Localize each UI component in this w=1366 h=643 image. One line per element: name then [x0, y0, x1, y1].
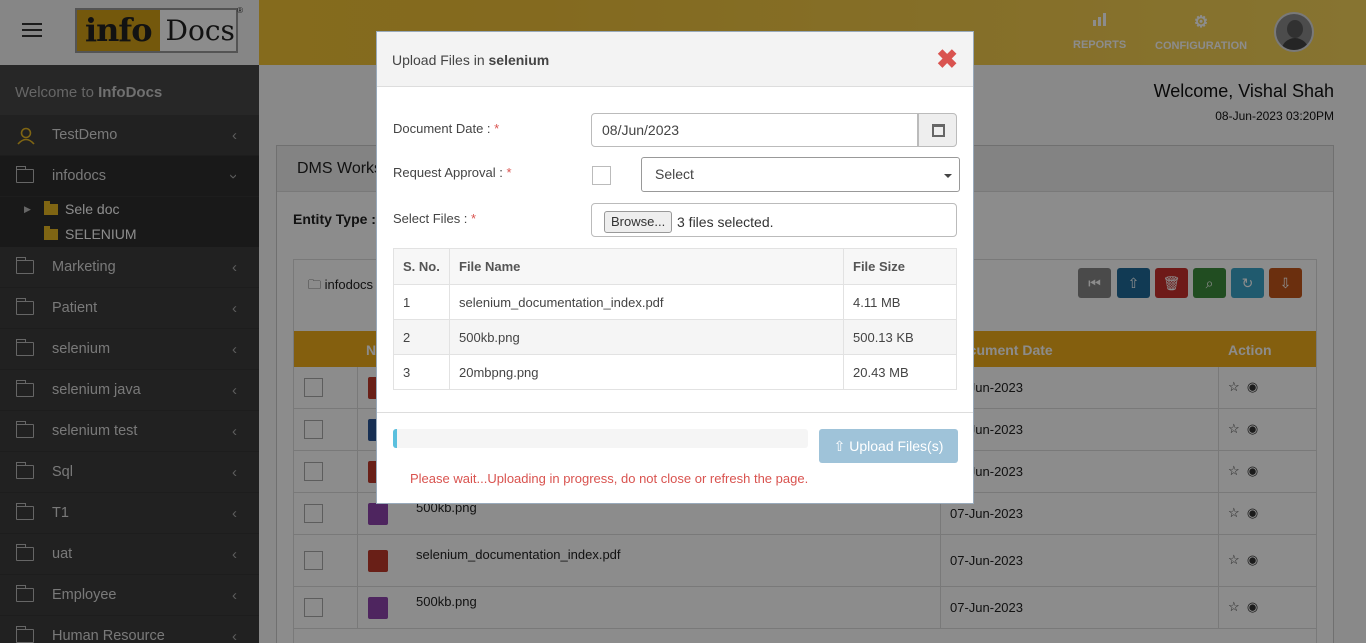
approval-select[interactable]: Select	[641, 157, 960, 192]
file-input[interactable]: Browse... 3 files selected.	[591, 203, 957, 237]
table-row: 1 selenium_documentation_index.pdf 4.11 …	[393, 284, 957, 320]
request-approval-checkbox[interactable]	[592, 166, 611, 185]
upload-wait-message: Please wait...Uploading in progress, do …	[410, 471, 809, 486]
table-row: 2 500kb.png 500.13 KB	[393, 319, 957, 355]
modal-footer: ⇧ Upload Files(s) Please wait...Uploadin…	[377, 412, 973, 503]
chevron-down-icon	[944, 174, 952, 178]
close-icon[interactable]: ✖	[936, 44, 958, 75]
upload-icon: ⇧	[833, 438, 846, 454]
calendar-icon	[932, 124, 945, 137]
col-sno-header: S. No.	[393, 248, 450, 285]
select-files-label: Select Files : *	[393, 211, 477, 226]
upload-files-modal: Upload Files in selenium ✖ Document Date…	[376, 31, 974, 504]
selected-files-table: S. No. File Name File Size 1 selenium_do…	[393, 248, 957, 390]
files-selected-text: 3 files selected.	[677, 214, 774, 230]
browse-button[interactable]: Browse...	[604, 211, 673, 233]
progress-fill	[393, 429, 398, 448]
upload-progress-bar	[393, 429, 808, 448]
col-filename-header: File Name	[449, 248, 844, 285]
modal-title: Upload Files in selenium	[392, 52, 550, 68]
modal-title-target: selenium	[488, 52, 550, 68]
col-filesize-header: File Size	[843, 248, 957, 285]
table-row: 3 20mbpng.png 20.43 MB	[393, 354, 957, 390]
modal-header: Upload Files in selenium ✖	[377, 32, 973, 87]
request-approval-label: Request Approval : *	[393, 165, 512, 180]
calendar-button[interactable]	[918, 113, 957, 147]
upload-files-button[interactable]: ⇧ Upload Files(s)	[819, 429, 958, 463]
document-date-label: Document Date : *	[393, 121, 500, 136]
document-date-input[interactable]: 08/Jun/2023	[591, 113, 918, 147]
